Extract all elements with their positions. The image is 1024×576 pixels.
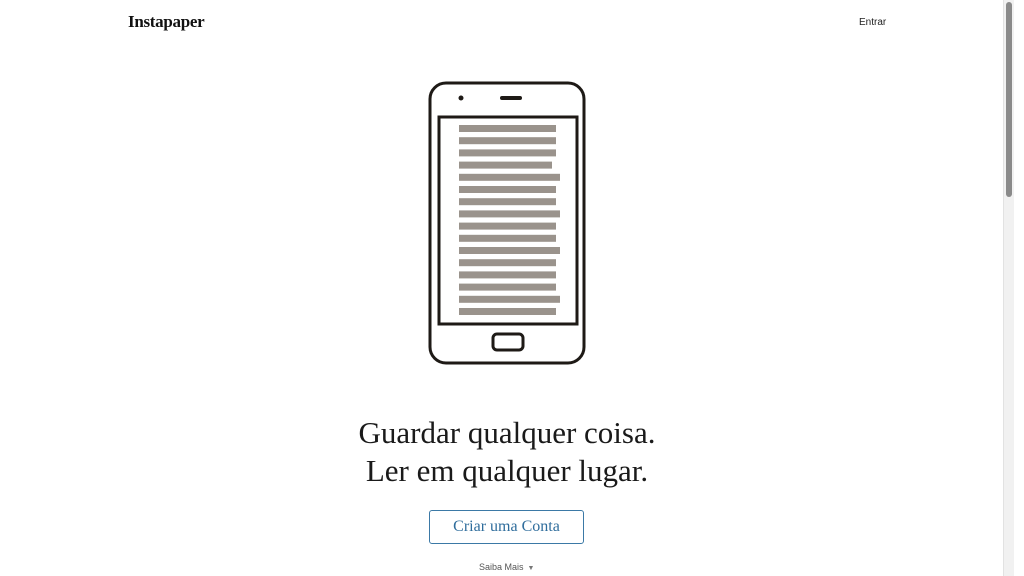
phone-illustration <box>428 81 590 367</box>
screen-text-line <box>459 247 560 254</box>
vertical-scrollbar[interactable] <box>1003 0 1014 576</box>
screen-text-line <box>459 161 552 169</box>
screen-text-line <box>459 295 560 303</box>
screen-text-line <box>459 271 556 279</box>
screen-text-line <box>459 283 556 291</box>
screen-text-line <box>459 198 556 206</box>
phone-speaker-icon <box>500 96 522 100</box>
screen-text-line <box>459 173 560 181</box>
site-logo[interactable]: Instapaper <box>128 12 205 32</box>
learn-more-label: Saiba Mais <box>479 562 524 572</box>
scrollbar-thumb[interactable] <box>1006 2 1012 197</box>
screen-text-line <box>459 222 556 230</box>
page: Instapaper Entrar Guardar qualquer coisa… <box>0 0 1014 576</box>
hero-headline-line-1: Guardar qualquer coisa. <box>358 415 656 450</box>
screen-text-line <box>459 210 560 218</box>
phone-illustration-svg <box>428 81 586 365</box>
phone-camera-icon <box>458 95 464 101</box>
screen-text-line <box>459 308 556 315</box>
screen-text-line <box>459 125 556 132</box>
screen-text-line <box>459 137 556 145</box>
hero-headline-line-2: Ler em qualquer lugar. <box>365 453 649 488</box>
phone-home-button-icon <box>491 332 525 352</box>
phone-screen <box>437 115 579 326</box>
screen-text-line <box>459 186 556 193</box>
screen-text-line <box>459 149 556 157</box>
screen-text-line <box>459 259 556 267</box>
hero-headline: Guardar qualquer coisa. Ler em qualquer … <box>0 414 1014 490</box>
learn-more-link[interactable]: Saiba Mais ▼ <box>479 562 534 572</box>
chevron-down-icon: ▼ <box>527 565 535 572</box>
screen-text-line <box>459 234 556 242</box>
login-link[interactable]: Entrar <box>859 17 886 28</box>
create-account-button[interactable]: Criar uma Conta <box>429 510 584 544</box>
